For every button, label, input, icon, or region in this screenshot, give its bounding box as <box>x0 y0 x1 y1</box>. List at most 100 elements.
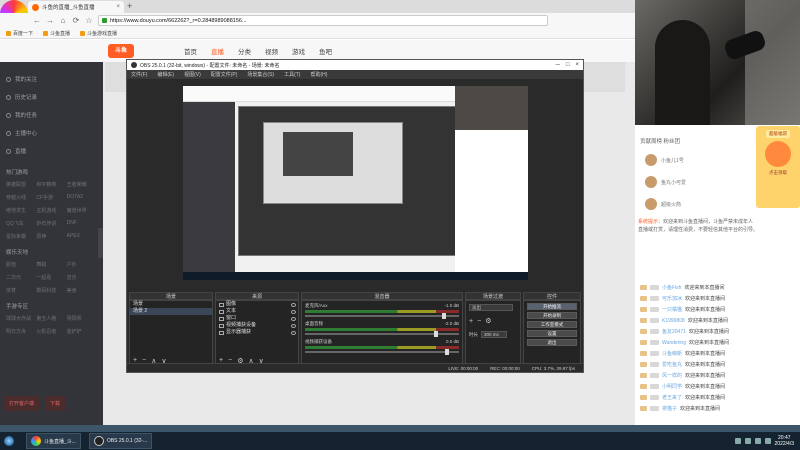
sidebar-link[interactable]: DOTA2 <box>67 194 97 201</box>
menu-file[interactable]: 文件(F) <box>131 71 147 78</box>
chat-username[interactable]: 夜猫子 <box>662 405 677 412</box>
scene-item[interactable]: 场景 <box>130 301 212 308</box>
bookmark-item[interactable]: 斗鱼直播 <box>43 30 70 37</box>
site-logo[interactable]: 斗鱼 <box>108 44 134 58</box>
tab-close-icon[interactable]: × <box>116 4 120 10</box>
sidebar-link[interactable]: 二次元 <box>6 274 36 281</box>
eye-icon[interactable] <box>291 330 296 335</box>
flag-icon[interactable] <box>754 438 761 444</box>
sidebar-link[interactable]: 舞蹈 <box>36 261 66 268</box>
start-button[interactable] <box>0 432 18 450</box>
chat-username[interactable]: 小明同学 <box>662 383 682 390</box>
sidebar-item-history[interactable]: 历史记录 <box>6 88 97 106</box>
volume-fader[interactable] <box>305 331 459 337</box>
home-icon[interactable]: ⌂ <box>59 16 67 25</box>
browser-tab[interactable]: 斗鱼的直播_斗鱼直播 × <box>28 1 124 13</box>
volume-fader[interactable] <box>305 349 459 355</box>
sidebar-link[interactable]: DNF <box>67 220 97 227</box>
gear-icon[interactable]: ⚙ <box>485 317 491 325</box>
bookmark-item[interactable]: 百度一下 <box>6 30 33 37</box>
source-item[interactable]: 视频捕获设备 <box>216 322 298 329</box>
sidebar-item-anchor[interactable]: 主播中心 <box>6 124 97 142</box>
sidebar-link[interactable]: 数码科技 <box>36 287 66 294</box>
source-item[interactable]: 显示器捕获 <box>216 329 298 336</box>
site-nav-home[interactable]: 首页 <box>184 46 197 56</box>
star-icon[interactable]: ☆ <box>85 16 93 25</box>
fader-knob[interactable] <box>441 313 446 319</box>
duration-input[interactable]: 300 ms <box>481 331 507 338</box>
sidebar-item-follow[interactable]: 我的关注 <box>6 70 97 88</box>
site-nav-live[interactable]: 直播 <box>211 46 224 56</box>
network-icon[interactable] <box>734 438 741 444</box>
sidebar-link[interactable]: APEX <box>67 233 97 240</box>
sidebar-link[interactable]: 星际争霸 <box>6 233 36 240</box>
sidebar-link[interactable]: 王者荣耀 <box>67 181 97 188</box>
chat-username[interactable]: 一只橘猫 <box>662 306 682 313</box>
clock[interactable]: 20:47 2022/4/3 <box>775 435 794 447</box>
chat-username[interactable]: 可乐加冰 <box>662 295 682 302</box>
settings-button[interactable]: 设置 <box>527 330 577 337</box>
sidebar-link[interactable]: 第五人格 <box>36 315 66 322</box>
volume-fader[interactable] <box>305 313 459 319</box>
source-item[interactable]: 窗口 <box>216 315 298 322</box>
sidebar-link[interactable]: 魔兽世界 <box>67 207 97 214</box>
sidebar-item-live[interactable]: 直播 <box>6 142 97 160</box>
site-nav-yuba[interactable]: 鱼吧 <box>319 46 332 56</box>
menu-view[interactable]: 视图(V) <box>184 71 201 78</box>
eye-icon[interactable] <box>291 316 296 321</box>
maximize-icon[interactable]: □ <box>566 62 570 68</box>
start-streaming-button[interactable]: 开始推流 <box>527 303 577 310</box>
eye-icon[interactable] <box>291 302 296 307</box>
bookmark-item[interactable]: 斗鱼游戏直播 <box>80 30 117 37</box>
sidebar-link[interactable]: 和平精英 <box>36 181 66 188</box>
input-method-icon[interactable] <box>764 438 771 444</box>
site-nav-game[interactable]: 游戏 <box>292 46 305 56</box>
sidebar-link[interactable]: 英雄联盟 <box>6 181 36 188</box>
reload-icon[interactable]: ⟳ <box>72 16 80 25</box>
sidebar-link[interactable]: 音乐 <box>67 274 97 281</box>
volume-icon[interactable] <box>744 438 751 444</box>
eye-icon[interactable] <box>291 309 296 314</box>
taskbar-item-browser[interactable]: 斗鱼直播_斗... <box>26 433 81 449</box>
site-nav-category[interactable]: 分类 <box>238 46 251 56</box>
fan-rank-item[interactable]: 小鱼儿1号 <box>645 154 684 166</box>
sidebar-link[interactable]: 原神 <box>36 233 66 240</box>
minimize-icon[interactable]: ─ <box>556 62 560 68</box>
sidebar-link[interactable]: 炉石传说 <box>36 220 66 227</box>
sidebar-link[interactable]: CF手游 <box>36 194 66 201</box>
studio-mode-button[interactable]: 工作室模式 <box>527 321 577 328</box>
taskbar-item-obs[interactable]: OBS 25.0.1 (32-... <box>88 433 153 449</box>
fader-knob[interactable] <box>444 349 449 355</box>
back-icon[interactable]: ← <box>33 16 41 25</box>
exit-button[interactable]: 退出 <box>527 339 577 346</box>
sidebar-link[interactable]: 穿越火线 <box>6 194 36 201</box>
chat-username[interactable]: 爱吃鱼丸 <box>662 361 682 368</box>
sidebar-link[interactable]: 明日方舟 <box>6 328 36 335</box>
chat-username[interactable]: Wandering <box>662 340 686 346</box>
scene-item[interactable]: 场景 2 <box>130 308 212 315</box>
sidebar-link[interactable]: 一起看 <box>36 274 66 281</box>
sidebar-link[interactable]: 阴阳师 <box>67 315 97 322</box>
remove-icon[interactable]: − <box>477 318 481 325</box>
sidebar-link[interactable]: 球球大作战 <box>6 315 36 322</box>
sidebar-link[interactable]: QQ飞车 <box>6 220 36 227</box>
sidebar-link[interactable]: 体育 <box>6 287 36 294</box>
add-icon[interactable]: + <box>469 318 473 325</box>
menu-scene-collection[interactable]: 场景集合(S) <box>247 71 274 78</box>
transition-select[interactable]: 淡出 <box>469 304 513 311</box>
new-tab-button[interactable]: + <box>127 1 132 11</box>
sidebar-link[interactable]: 火影忍者 <box>36 328 66 335</box>
download-button[interactable]: 下载 <box>45 396 66 411</box>
sidebar-link[interactable]: 主机游戏 <box>36 207 66 214</box>
open-client-button[interactable]: 打开客户端 <box>4 396 40 411</box>
sidebar-link[interactable]: 绝地求生 <box>6 207 36 214</box>
sidebar-item-tasks[interactable]: 我的任务 <box>6 106 97 124</box>
chat-username[interactable]: 小鱼Fish <box>662 284 681 291</box>
chat-username[interactable]: K1999808 <box>662 318 685 324</box>
chat-username[interactable]: 老王来了 <box>662 394 682 401</box>
chat-username[interactable]: 鱼友20471 <box>662 328 686 335</box>
address-bar[interactable]: https://www.douyu.com/662262?_r=0.284898… <box>98 15 548 26</box>
sidebar-link[interactable]: 颜值 <box>6 261 36 268</box>
obs-preview[interactable] <box>183 86 528 280</box>
sidebar-link[interactable]: 美食 <box>67 287 97 294</box>
